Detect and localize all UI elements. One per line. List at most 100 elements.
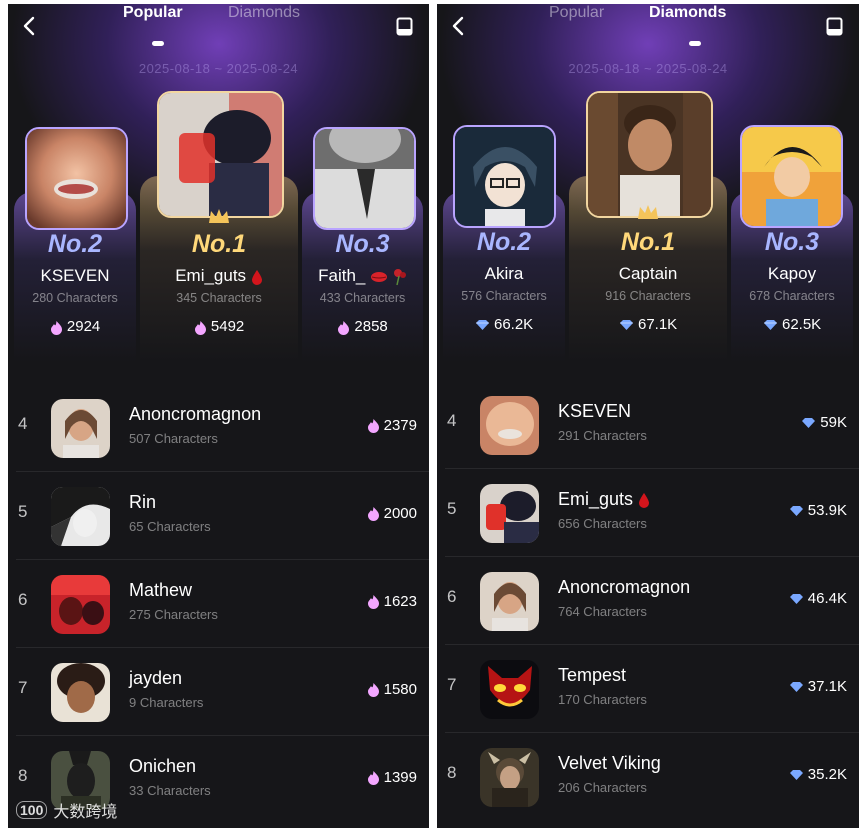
score-value: 35.2K [807, 766, 847, 783]
podium-name-3-text: Faith_ [318, 266, 366, 285]
score-value: 46.4K [807, 590, 847, 607]
list-item[interactable]: 5 Rin 65 Characters 2000 [8, 472, 429, 560]
watermark-text: 大数跨境 [53, 804, 118, 821]
creator-name: Anoncromagnon [558, 577, 691, 597]
avatar-rank-1[interactable] [586, 91, 713, 218]
rank-number: 8 [447, 763, 457, 782]
blood-drop-icon [251, 269, 262, 285]
rank-number: 7 [447, 675, 457, 694]
podium-score-3-value: 2858 [354, 318, 388, 335]
tab-diamonds[interactable]: Diamonds [228, 4, 300, 22]
tab-popular[interactable]: Popular [549, 4, 604, 22]
tab-popular[interactable]: Popular [123, 4, 183, 22]
score-value: 37.1K [807, 678, 847, 695]
creator-name: jayden [129, 668, 183, 688]
diamond-icon [763, 320, 777, 331]
gold-crown-icon [209, 209, 229, 223]
podium-name-1-text: Emi_guts [175, 266, 247, 285]
flame-icon [367, 683, 379, 697]
diamond-score: 37.1K [789, 678, 847, 695]
character-count: 656 Characters [558, 516, 647, 531]
gold-crown-icon [638, 205, 658, 219]
avatar [480, 748, 539, 807]
avatar [480, 660, 539, 719]
podium-rank-3: No.3 [335, 230, 390, 258]
list-item[interactable]: 6 Anoncromagnon 764 Characters 46.4K [437, 557, 859, 645]
diamond-icon [789, 593, 803, 604]
score-value: 1580 [383, 681, 417, 698]
tab-diamonds[interactable]: Diamonds [649, 4, 726, 22]
podium-score-2-value: 66.2K [493, 316, 534, 333]
podium-score-1-value: 5492 [210, 318, 245, 335]
list-item[interactable]: 6 Mathew 275 Characters 1623 [8, 560, 429, 648]
flame-icon [367, 419, 379, 433]
podium-rank-1: No.1 [620, 228, 676, 256]
list-item[interactable]: 5 Emi_guts 656 Characters 53.9K [437, 469, 859, 557]
date-range: 2025-08-18 ~ 2025-08-24 [568, 61, 728, 76]
podium-characters-2: 280 Characters [32, 291, 118, 305]
avatar-rank-3[interactable] [740, 125, 843, 228]
character-count: 206 Characters [558, 780, 647, 795]
rank-number: 5 [447, 499, 457, 518]
diamond-icon [789, 681, 803, 692]
list-item[interactable]: 4 KSEVEN 291 Characters 59K [437, 381, 859, 469]
list-item[interactable]: 8 Velvet Viking 206 Characters 35.2K [437, 733, 859, 821]
diamond-score: 59K [801, 414, 847, 431]
list-item[interactable]: 7 jayden 9 Characters 1580 [8, 648, 429, 736]
diamond-score: 53.9K [789, 502, 847, 519]
popularity-score: 1399 [367, 769, 417, 786]
podium-score-3: 2858 [302, 318, 423, 335]
character-count: 33 Characters [129, 783, 211, 798]
avatar-rank-2[interactable] [453, 125, 556, 228]
avatar [51, 487, 110, 546]
avatar-rank-2[interactable] [25, 127, 128, 230]
rank-number: 6 [447, 587, 457, 606]
diamond-icon [619, 320, 633, 331]
creator-name-text: Emi_guts [558, 489, 634, 509]
podium-name-1[interactable]: Emi_guts [140, 266, 298, 286]
list-item[interactable]: 7 Tempest 170 Characters 37.1K [437, 645, 859, 733]
rank-number: 8 [18, 766, 28, 785]
diamonds-leaderboard-screen: Popular Diamonds 2025-08-18 ~ 2025-08-24… [437, 4, 859, 828]
podium-score-1: 5492 [140, 318, 298, 335]
diamond-icon [789, 769, 803, 780]
avatar-rank-1[interactable] [157, 91, 284, 218]
rules-book-icon[interactable] [396, 17, 413, 36]
character-count: 291 Characters [558, 428, 647, 443]
podium-characters-1: 916 Characters [605, 289, 691, 303]
rules-book-icon[interactable] [826, 17, 843, 36]
character-count: 764 Characters [558, 604, 647, 619]
podium-score-1: 67.1K [569, 316, 727, 333]
podium-name-2[interactable]: Akira [443, 264, 565, 284]
score-value: 1623 [383, 593, 417, 610]
score-value: 1399 [383, 769, 417, 786]
diamond-icon [475, 320, 489, 331]
podium-name-3[interactable]: Kapoy [731, 264, 853, 284]
popular-leaderboard-screen: Popular Diamonds 2025-08-18 ~ 2025-08-24… [8, 4, 429, 828]
top-bar: Popular Diamonds [8, 4, 429, 48]
list-item[interactable]: 4 Anoncromagnon 507 Characters 2379 [8, 384, 429, 472]
character-count: 275 Characters [129, 607, 218, 622]
character-count: 170 Characters [558, 692, 647, 707]
creator-name: KSEVEN [558, 401, 632, 421]
diamond-icon [802, 417, 816, 428]
flame-icon [338, 320, 350, 335]
podium-name-2[interactable]: KSEVEN [14, 266, 136, 286]
podium-characters-3: 678 Characters [749, 289, 835, 303]
podium-score-2: 66.2K [443, 316, 565, 333]
flame-icon [367, 507, 379, 521]
score-value: 2000 [383, 505, 417, 522]
back-arrow-icon[interactable] [449, 16, 469, 36]
podium-rank-2: No.2 [476, 228, 532, 256]
back-arrow-icon[interactable] [20, 16, 40, 36]
creator-name: Rin [129, 492, 157, 512]
avatar [480, 572, 539, 631]
avatar-rank-3[interactable] [313, 127, 416, 230]
podium-name-3[interactable]: Faith_ [302, 266, 423, 286]
blood-drop-icon [639, 493, 650, 509]
creator-name: Emi_guts [558, 489, 650, 510]
podium-name-1[interactable]: Captain [569, 264, 727, 284]
popularity-score: 1580 [367, 681, 417, 698]
podium-rank-3: No.3 [764, 228, 820, 256]
podium-score-2: 2924 [14, 318, 136, 335]
